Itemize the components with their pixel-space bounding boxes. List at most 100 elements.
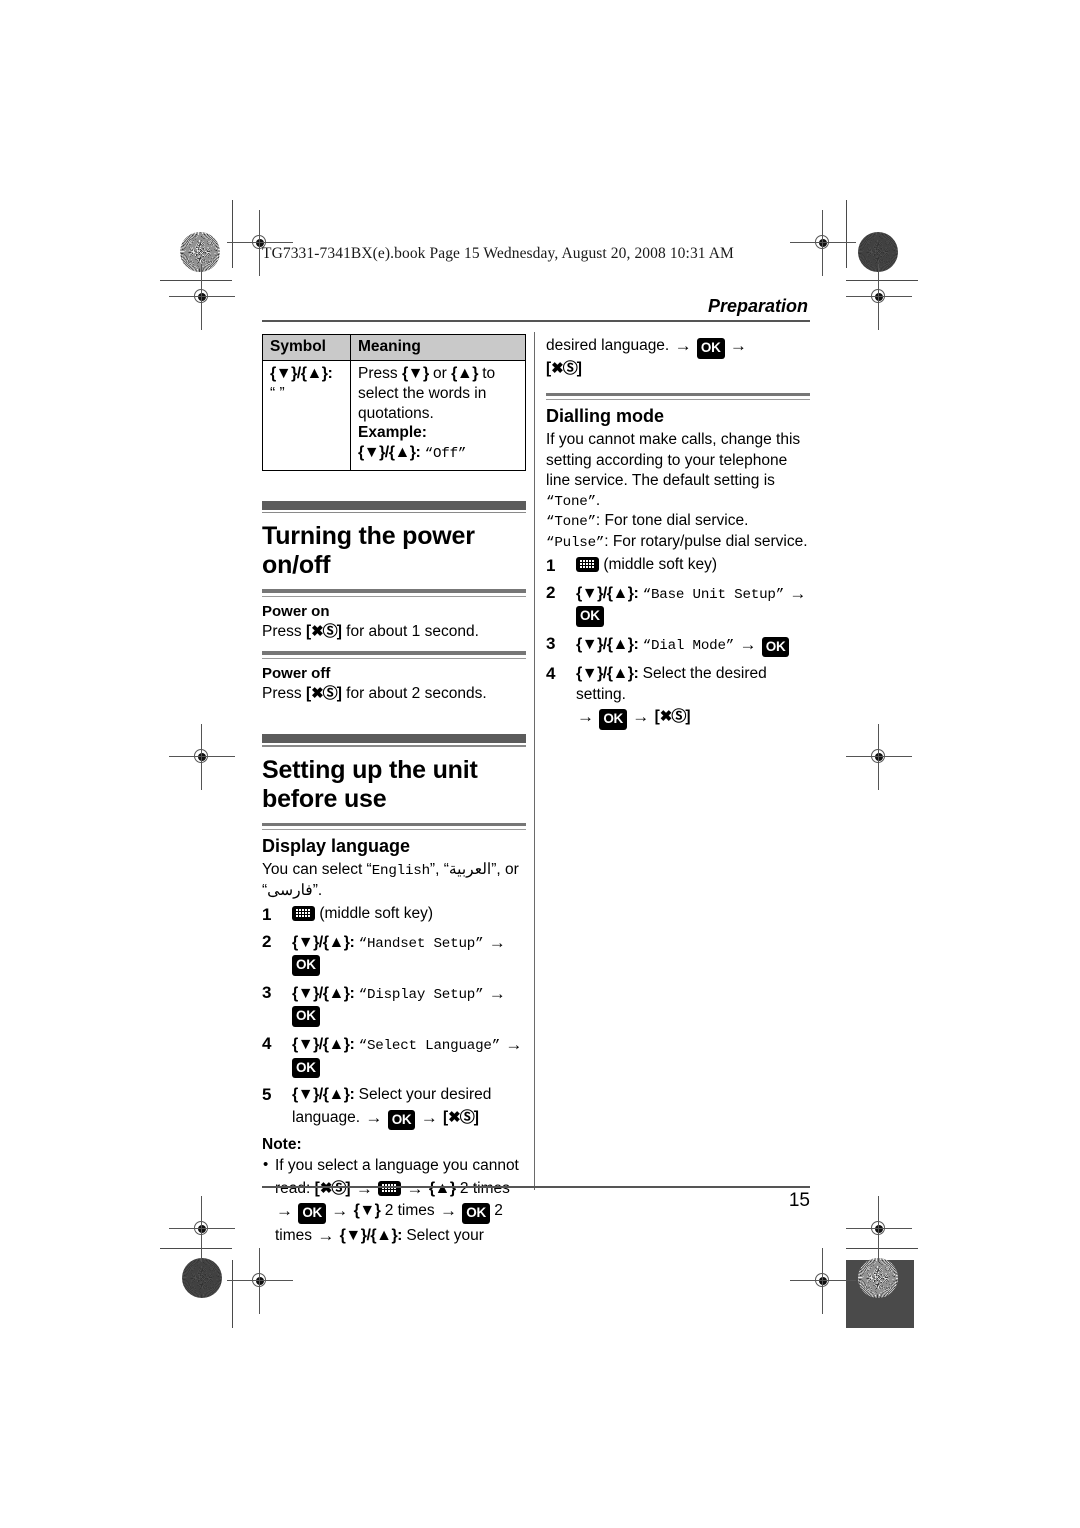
registration-mark-top-right (790, 210, 856, 276)
crop-line-bottom-right-h (846, 1248, 918, 1250)
crop-line-top-left-v (232, 200, 234, 268)
power-on-bar-thin (262, 595, 526, 597)
display-language-steps: 1 (middle soft key) 2 {▼}/{▲}: “Handset … (262, 904, 526, 1131)
display-language-bar-thin (262, 829, 526, 831)
step-number: 1 (546, 556, 556, 576)
power-key-icon: [✖Ⓢ] (654, 708, 691, 726)
power-section-title: Turning the power on/off (262, 522, 475, 580)
continuation-text: desired language. → OK → [✖Ⓢ] (546, 334, 810, 379)
registration-mark-lower-left (169, 1196, 235, 1262)
nav-keys-icon: {▼}/{▲}: (576, 584, 639, 602)
arrow-icon: → (488, 983, 506, 1003)
dialling-mode-heading: Dialling mode (546, 406, 665, 427)
arrow-icon: → (729, 336, 747, 355)
arrow-icon: → (789, 583, 807, 603)
nav-keys-icon: {▼}/{▲}: (292, 1035, 355, 1053)
right-column: desired language. → OK → [✖Ⓢ] Dialling m… (546, 332, 810, 736)
intro-a: You can select “ (262, 861, 372, 879)
default-setting-value: “Tone” (546, 493, 596, 510)
pulse-value: “Pulse” (546, 534, 605, 551)
crop-line-top-right-v (846, 200, 848, 268)
step-quote: “Handset Setup” (358, 935, 484, 952)
registration-mark-middle-left (169, 724, 235, 790)
soft-key-icon (292, 906, 315, 922)
power-on-text: Press [✖Ⓢ] for about 1 second. (262, 622, 526, 642)
tone-value: “Tone” (546, 514, 596, 531)
power-key-icon: [✖Ⓢ] (305, 622, 342, 640)
power-off-text-after: for about 2 seconds. (341, 684, 487, 702)
power-on-heading: Power on (262, 602, 330, 620)
power-off-bar-thin (262, 657, 526, 659)
example-value: “Off” (424, 445, 467, 462)
note-text-e: Select your (402, 1226, 484, 1244)
display-language-heading: Display language (262, 836, 411, 857)
list-item: 1 (middle soft key) (262, 904, 526, 924)
continuation-label: desired language. (546, 337, 670, 354)
ok-key-icon: OK (292, 1057, 320, 1079)
registration-mark-upper-right (846, 264, 912, 330)
power-off-heading: Power off (262, 664, 331, 682)
step-number: 4 (546, 664, 556, 684)
step-number: 3 (546, 633, 556, 653)
step-number: 2 (546, 582, 556, 602)
step-number: 4 (262, 1033, 272, 1053)
ok-key-icon: OK (387, 1109, 416, 1131)
dialling-mode-bar (546, 392, 810, 397)
dialling-mode-intro: If you cannot make calls, change this se… (546, 430, 810, 511)
arrow-icon: → (505, 1034, 523, 1054)
nav-keys-icon: {▼}/{▲}: (292, 1086, 355, 1104)
nav-keys-icon: {▼}/{▲}: (292, 933, 355, 951)
step-number: 3 (262, 982, 272, 1002)
step-number: 1 (262, 905, 272, 925)
intro-period: . (595, 491, 601, 509)
arrow-icon: → (317, 1225, 335, 1245)
setup-section: Setting up the unit before use Display l… (262, 734, 526, 1246)
nav-keys-icon: {▼}/{▲}: (339, 1226, 403, 1244)
power-key-icon: [✖Ⓢ] (305, 684, 342, 702)
column-divider (534, 332, 536, 1190)
power-section: Turning the power on/off Power on Press … (262, 500, 526, 704)
registration-mark-bottom-left (227, 1248, 293, 1314)
example-label: Example: (358, 424, 427, 442)
list-item: 3 {▼}/{▲}: “Display Setup” → OK (262, 982, 526, 1027)
example-keys: {▼}/{▲}: (358, 443, 421, 461)
ok-key-icon: OK (576, 606, 604, 627)
left-column: Symbol Meaning {▼}/{▲}: “ ” Press {▼} or… (262, 332, 526, 1246)
step-quote: “Base Unit Setup” (642, 586, 785, 603)
header-rule (262, 320, 810, 322)
intro-english: English (371, 863, 430, 880)
soft-key-icon (576, 557, 599, 573)
list-item: 4 {▼}/{▲}: “Select Language” → OK (262, 1033, 526, 1079)
arrow-icon: → (577, 707, 594, 727)
footer-rule (262, 1186, 810, 1188)
running-head: Preparation (262, 296, 810, 322)
nav-keys-icon: {▼}/{▲}: (576, 635, 639, 653)
density-target-top-left (180, 232, 220, 272)
pulse-desc: : For rotary/pulse dial service. (604, 532, 808, 550)
dialling-mode-steps: 1 (middle soft key) 2 {▼}/{▲}: “Base Uni… (546, 555, 810, 730)
arrow-icon: → (488, 932, 506, 952)
registration-mark-upper-left (169, 264, 235, 330)
example-line: {▼}/{▲}: “Off” (358, 443, 519, 464)
cell-symbol: {▼}/{▲}: “ ” (262, 360, 351, 471)
symbol-meaning-table: Symbol Meaning {▼}/{▲}: “ ” Press {▼} or… (262, 334, 526, 471)
registration-mark-lower-right (846, 1196, 912, 1262)
down-key-icon: {▼} (401, 365, 429, 382)
symbol-keys: {▼}/{▲}: (270, 365, 333, 382)
arrow-icon: → (674, 336, 692, 355)
density-target-bottom-left (182, 1258, 222, 1298)
symbol-quotes: “ ” (270, 385, 285, 403)
intro-b: ”, “ (429, 861, 449, 879)
cell-meaning: Press {▼} or {▲} to select the words in … (350, 360, 526, 471)
list-item: 2 {▼}/{▲}: “Handset Setup” → OK (262, 931, 526, 976)
crop-line-bottom-left-v (232, 1260, 234, 1328)
intro-persian: فارسی (267, 881, 313, 899)
nav-keys-icon: {▼}/{▲}: (292, 984, 355, 1002)
arrow-icon: → (365, 1107, 383, 1127)
step-text: (middle soft key) (319, 905, 434, 923)
up-key-icon: {▲} (451, 365, 478, 382)
density-target-bottom-right (858, 1258, 898, 1298)
intro-d: ”. (312, 881, 323, 899)
list-item: 4 {▼}/{▲}: Select the desired setting. →… (546, 663, 810, 730)
pulse-line: “Pulse”: For rotary/pulse dial service. (546, 532, 810, 552)
